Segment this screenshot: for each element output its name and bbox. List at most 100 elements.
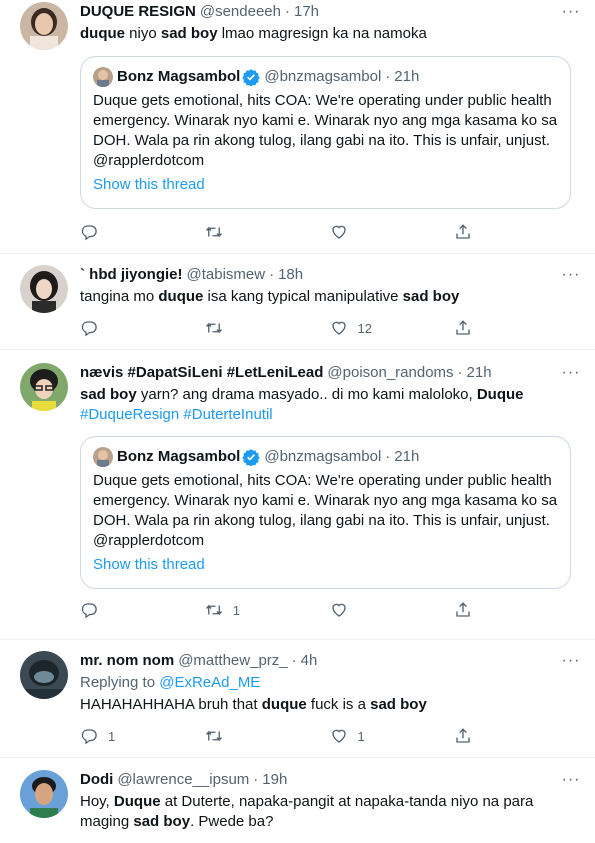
like-button[interactable]: 12 [330, 319, 455, 337]
retweet-button[interactable] [205, 223, 330, 241]
replying-to: Replying to @ExReAd_ME [80, 673, 579, 693]
hashtags[interactable]: #DuqueResign #DuterteInutil [80, 405, 579, 425]
tweet[interactable]: Dodi @lawrence__ipsum · 19h ··· Hoy, Duq… [0, 758, 595, 843]
share-button[interactable] [454, 727, 579, 745]
quote-handle: @bnzmagsambol [264, 68, 382, 85]
share-button[interactable] [454, 223, 579, 241]
timestamp[interactable]: 21h [467, 363, 492, 383]
more-horizontal-icon[interactable]: ··· [559, 2, 583, 22]
text-bold: sad boy [133, 813, 191, 830]
text-bold: sad boy [160, 25, 218, 42]
tweet-text: tangina mo duque isa kang typical manipu… [80, 287, 579, 307]
reply-icon [81, 225, 97, 241]
display-name[interactable]: DUQUE RESIGN [80, 2, 196, 22]
avatar[interactable] [20, 363, 68, 411]
avatar[interactable] [20, 265, 68, 313]
quote-text: Duque gets emotional, hits COA: We're op… [93, 92, 558, 169]
quote-display-name: Bonz Magsambol [117, 68, 241, 85]
tweet-header: DUQUE RESIGN @sendeeeh · 17h ··· [80, 2, 579, 22]
show-thread-link[interactable]: Show this thread [93, 555, 558, 575]
avatar[interactable] [20, 770, 68, 818]
quote-handle: @bnzmagsambol [264, 448, 382, 465]
timestamp[interactable]: 19h [262, 770, 287, 790]
tweet-text: Hoy, Duque at Duterte, napaka-pangit at … [80, 792, 579, 832]
more-horizontal-icon[interactable]: ··· [559, 770, 583, 790]
user-handle[interactable]: @lawrence__ipsum [117, 770, 249, 790]
verified-badge-icon [242, 69, 261, 86]
user-handle[interactable]: @poison_randoms [327, 363, 453, 383]
tweet-header: ` hbd jiyongie! @tabismew · 18h ··· [80, 265, 579, 285]
like-count: 12 [357, 320, 372, 336]
tweet-header: nævis #DapatSiLeni #LetLeniLead @poison_… [80, 363, 579, 383]
tweet[interactable]: nævis #DapatSiLeni #LetLeniLead @poison_… [0, 350, 595, 640]
reply-icon [81, 321, 97, 337]
tweet-actions: 1 1 [80, 726, 579, 746]
more-horizontal-icon[interactable]: ··· [559, 363, 583, 383]
user-handle[interactable]: @tabismew [187, 265, 266, 285]
display-name[interactable]: Dodi [80, 770, 113, 790]
user-handle[interactable]: @sendeeeh [200, 2, 281, 22]
like-button[interactable] [330, 601, 455, 619]
more-horizontal-icon[interactable]: ··· [559, 651, 583, 671]
retweet-button[interactable]: 1 [205, 601, 330, 619]
tweet-actions: 1 [80, 600, 579, 620]
share-icon [456, 728, 470, 743]
timestamp[interactable]: 18h [278, 265, 303, 285]
text-bold: sad boy [370, 696, 427, 713]
tweet-actions [80, 222, 579, 242]
share-icon [456, 602, 470, 617]
share-icon [456, 320, 470, 335]
like-button[interactable]: 1 [330, 727, 455, 745]
more-horizontal-icon[interactable]: ··· [559, 265, 583, 285]
quoted-tweet[interactable]: Bonz Magsambol @bnzmagsambol · 21h Duque… [80, 56, 571, 209]
like-count: 1 [357, 728, 365, 744]
separator-dot: · [457, 364, 463, 381]
retweet-count: 1 [232, 602, 240, 618]
quote-header: Bonz Magsambol @bnzmagsambol · 21h [93, 447, 558, 467]
display-name[interactable]: mr. nom nom [80, 651, 174, 671]
text-span: HAHAHAHHAHA bruh that [80, 696, 262, 713]
text-span: yarn? ang drama masyado.. di mo kami mal… [136, 386, 477, 403]
retweet-button[interactable] [205, 319, 330, 337]
tweet-text: sad boy yarn? ang drama masyado.. di mo … [80, 385, 579, 405]
separator-dot: · [385, 68, 391, 85]
share-button[interactable] [454, 319, 579, 337]
text-span: niyo [125, 25, 161, 42]
replying-label: Replying to [80, 674, 160, 691]
user-handle[interactable]: @matthew_prz_ [178, 651, 287, 671]
text-span: fuck is a [306, 696, 371, 713]
timestamp[interactable]: 17h [294, 2, 319, 22]
separator-dot: · [291, 652, 297, 669]
quote-header: Bonz Magsambol @bnzmagsambol · 21h [93, 67, 558, 87]
quote-avatar [93, 447, 113, 467]
reply-button[interactable] [80, 223, 205, 241]
tweet[interactable]: ` hbd jiyongie! @tabismew · 18h ··· tang… [0, 254, 595, 350]
reply-button[interactable] [80, 319, 205, 337]
heart-icon [331, 225, 346, 239]
reply-button[interactable] [80, 601, 205, 619]
timestamp[interactable]: 4h [301, 651, 318, 671]
reply-button[interactable]: 1 [80, 727, 205, 745]
avatar[interactable] [20, 2, 68, 50]
reply-count: 1 [108, 728, 116, 744]
reply-icon [81, 603, 97, 619]
show-thread-link[interactable]: Show this thread [93, 175, 558, 195]
text-bold: duque [261, 696, 307, 713]
avatar[interactable] [20, 651, 68, 699]
text-span: Hoy, [80, 793, 114, 810]
separator-dot: · [385, 448, 391, 465]
heart-icon [331, 729, 346, 743]
display-name[interactable]: nævis #DapatSiLeni #LetLeniLead [80, 363, 323, 383]
retweet-button[interactable] [205, 727, 330, 745]
tweet-actions: 12 [80, 318, 579, 338]
display-name[interactable]: ` hbd jiyongie! [80, 265, 183, 285]
tweet[interactable]: DUQUE RESIGN @sendeeeh · 17h ··· duque n… [0, 0, 595, 254]
share-button[interactable] [454, 601, 579, 619]
mention-link[interactable]: @ExReAd_ME [159, 674, 260, 691]
tweet-header: mr. nom nom @matthew_prz_ · 4h ··· [80, 651, 579, 671]
quoted-tweet[interactable]: Bonz Magsambol @bnzmagsambol · 21h Duque… [80, 436, 571, 589]
like-button[interactable] [330, 223, 455, 241]
tweet[interactable]: mr. nom nom @matthew_prz_ · 4h ··· Reply… [0, 640, 595, 758]
text-bold: Duque [113, 793, 161, 810]
text-bold: sad boy [402, 288, 460, 305]
